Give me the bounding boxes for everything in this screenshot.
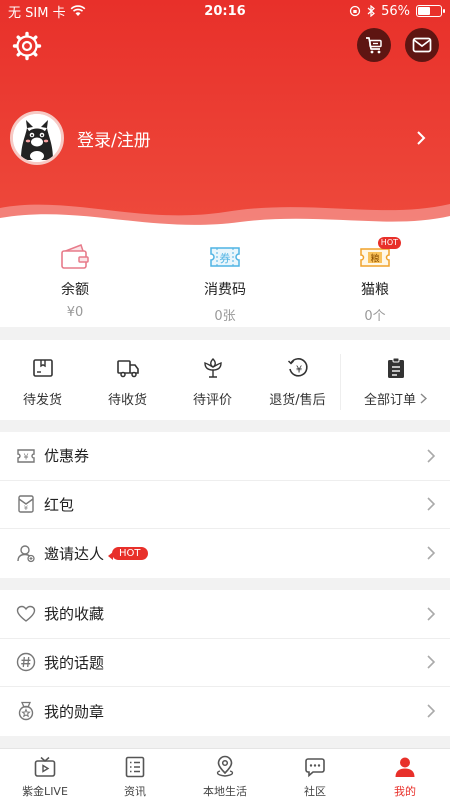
medal-icon: [18, 702, 34, 721]
stat-balance[interactable]: 余额 ¥0: [0, 232, 150, 327]
order-all[interactable]: 全部订单: [340, 354, 450, 410]
account-stats: 余额 ¥0 券 消费码 0张 粮 HOT 猫粮 0个: [0, 232, 450, 327]
chevron-right-icon: [417, 131, 426, 145]
chevron-right-icon: [427, 546, 436, 560]
tab-label: 我的: [394, 785, 416, 798]
menu-group-personal: 我的收藏 我的话题 我的勋章: [0, 590, 450, 736]
menu-item-label: 我的话题: [44, 653, 105, 672]
login-row[interactable]: 登录/注册: [10, 110, 440, 166]
hashtag-icon: [16, 653, 36, 672]
order-label: 退货/售后: [269, 393, 326, 408]
hot-badge: HOT: [108, 546, 148, 560]
order-label: 待收货: [107, 393, 147, 408]
hot-badge: HOT: [377, 237, 401, 249]
user-icon: [395, 757, 415, 777]
battery-percent: 56%: [381, 3, 410, 19]
menu-item-label: 我的收藏: [44, 605, 105, 624]
menu-group-wallet: ¥ 优惠券 ¥ 红包 邀请达人 HOT: [0, 432, 450, 578]
tab-label: 社区: [304, 785, 326, 798]
tab-mine[interactable]: 我的: [360, 749, 450, 800]
menu-item-topics[interactable]: 我的话题: [0, 639, 450, 687]
tab-label: 本地生活: [203, 785, 247, 798]
order-shortcuts: 待发货 待收货 待评价 ¥ 退货/售后 全部订单: [0, 340, 450, 420]
box-icon: [32, 359, 53, 377]
order-to-receive[interactable]: 待收货: [85, 340, 170, 420]
header-wave: [0, 204, 450, 232]
stat-value: ¥0: [66, 305, 84, 320]
orientation-lock-icon: [349, 5, 361, 17]
battery-icon: [416, 5, 445, 17]
tv-icon: [34, 756, 56, 777]
menu-item-label: 邀请达人: [44, 544, 105, 563]
stat-value: 0张: [214, 309, 236, 324]
shopping-cart-icon: [366, 37, 382, 54]
order-to-ship[interactable]: 待发货: [0, 340, 85, 420]
shopping-cart-button[interactable]: [357, 28, 391, 62]
chevron-right-icon: [427, 704, 436, 718]
flower-icon: [203, 358, 222, 378]
tab-community[interactable]: 社区: [270, 749, 360, 800]
chevron-right-icon: [427, 449, 436, 463]
cat-food-icon-text: 粮: [370, 253, 379, 265]
menu-item-medals[interactable]: 我的勋章: [0, 687, 450, 736]
carrier-text: 无 SIM 卡: [8, 5, 66, 21]
stat-label: 猫粮: [361, 282, 389, 298]
tab-label: 资讯: [124, 785, 146, 798]
message-button[interactable]: [405, 28, 439, 62]
chevron-right-icon: [427, 655, 436, 669]
refund-icon: ¥: [287, 358, 308, 377]
menu-item-favorites[interactable]: 我的收藏: [0, 590, 450, 639]
bluetooth-icon: [367, 5, 376, 17]
chevron-right-icon: [420, 393, 427, 404]
ticket-icon: 券: [210, 247, 240, 267]
menu-item-invite[interactable]: 邀请达人 HOT: [0, 529, 450, 578]
cat-avatar-icon: [13, 114, 61, 162]
menu-item-label: 红包: [44, 495, 75, 514]
order-refund[interactable]: ¥ 退货/售后: [255, 340, 340, 420]
wifi-icon: [70, 5, 85, 16]
stat-value: 0个: [364, 309, 386, 324]
ticket-icon-text: 券: [220, 251, 231, 265]
tab-news[interactable]: 资讯: [90, 749, 180, 800]
menu-item-label: 优惠券: [44, 447, 90, 466]
chevron-right-icon: [427, 607, 436, 621]
mail-icon: [412, 37, 432, 53]
settings-gear-icon[interactable]: [12, 31, 42, 61]
login-register-link[interactable]: 登录/注册: [77, 126, 414, 151]
avatar[interactable]: [10, 111, 64, 165]
status-bar: 无 SIM 卡 20:16 56%: [0, 0, 450, 22]
heart-icon: [16, 605, 36, 622]
tab-local-life[interactable]: 本地生活: [180, 749, 270, 800]
location-icon: [216, 755, 234, 777]
community-icon: [305, 758, 325, 778]
order-label: 全部订单: [363, 393, 416, 408]
news-icon: [125, 756, 145, 778]
chevron-right-icon: [427, 497, 436, 511]
order-to-review[interactable]: 待评价: [170, 340, 255, 420]
red-envelope-icon: ¥: [18, 495, 34, 513]
stat-consume-code[interactable]: 券 消费码 0张: [150, 232, 300, 327]
tab-live[interactable]: 紫金LIVE: [0, 749, 90, 800]
invite-user-icon: [17, 545, 35, 563]
stat-label: 余额: [61, 282, 89, 298]
order-label: 待评价: [192, 393, 232, 408]
svg-text:¥: ¥: [295, 365, 301, 376]
truck-icon: [116, 360, 139, 378]
wallet-icon: [61, 244, 89, 269]
order-label: 待发货: [22, 393, 62, 408]
menu-item-coupons[interactable]: ¥ 优惠券: [0, 432, 450, 481]
menu-item-red-envelope[interactable]: ¥ 红包: [0, 481, 450, 529]
stat-cat-food[interactable]: 粮 HOT 猫粮 0个: [300, 232, 450, 327]
clipboard-icon: [387, 357, 404, 378]
tab-label: 紫金LIVE: [22, 785, 68, 798]
svg-text:¥: ¥: [23, 452, 28, 461]
coupon-icon: ¥: [17, 449, 35, 463]
menu-item-label: 我的勋章: [44, 702, 105, 721]
bottom-tab-bar: 紫金LIVE 资讯 本地生活 社区 我的: [0, 748, 450, 800]
stat-label: 消费码: [204, 282, 246, 298]
svg-text:¥: ¥: [24, 504, 28, 512]
